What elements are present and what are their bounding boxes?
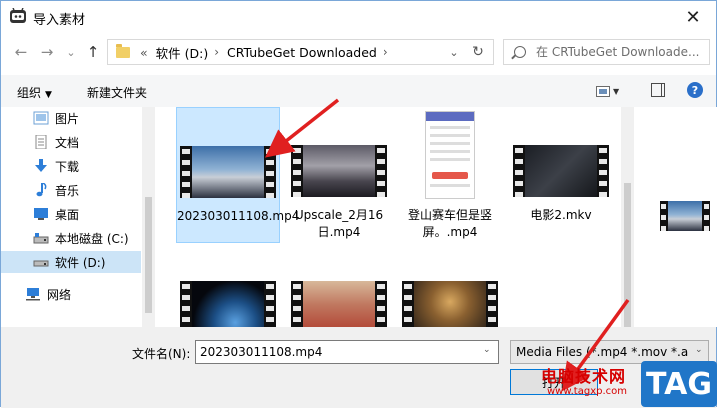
video-thumbnail — [291, 281, 387, 327]
music-icon — [36, 183, 47, 197]
sidebar-item-label: 图片 — [55, 111, 80, 126]
file-list: 202303011108.mp4 Upscale_2月16日.mp4 登山赛车但… — [156, 107, 621, 327]
video-thumbnail — [402, 281, 498, 327]
sidebar-item-desktop[interactable]: 桌面 — [1, 203, 141, 225]
title-bar: 导入素材 ✕ — [1, 1, 716, 33]
window-title: 导入素材 — [33, 13, 86, 28]
file-name: 电影2.mkv — [530, 208, 592, 222]
sidebar-item-downloads[interactable]: 下载 — [1, 155, 141, 177]
navigation-row: ← → ⌄ ↑ « 软件 (D:) › CRTubeGet Downloaded… — [1, 37, 716, 69]
sidebar-item-label: 软件 (D:) — [55, 255, 106, 270]
caret-down-icon: ▼ — [45, 90, 52, 100]
file-item[interactable] — [176, 261, 280, 327]
folder-icon — [116, 43, 130, 58]
file-name: 登山赛车但是竖屏。.mp4 — [407, 208, 492, 239]
watermark-url: www.tagxp.com — [547, 386, 627, 397]
documents-icon — [35, 135, 47, 149]
sidebar-item-label: 本地磁盘 (C:) — [55, 231, 129, 246]
file-item[interactable] — [287, 261, 391, 327]
search-icon — [514, 46, 526, 58]
import-dialog: 导入素材 ✕ ← → ⌄ ↑ « 软件 (D:) › CRTubeGet Dow… — [0, 0, 717, 408]
sidebar-item-local-disk-c[interactable]: 本地磁盘 (C:) — [1, 227, 141, 249]
caret-down-icon: ▼ — [613, 86, 620, 96]
sidebar-item-label: 网络 — [47, 287, 72, 302]
new-folder-button[interactable]: 新建文件夹 — [87, 84, 147, 101]
change-view-button[interactable]: ▼ — [596, 83, 622, 99]
watermark-text: 电脑技术网 — [541, 367, 627, 386]
file-name: 202303011108.mp4 — [177, 209, 300, 223]
file-item[interactable] — [398, 261, 502, 327]
sidebar-item-label: 音乐 — [55, 183, 80, 198]
forward-arrow-icon[interactable]: → — [37, 42, 57, 62]
preview-pane — [634, 107, 717, 327]
navigation-pane: 图片 文档 下载 音乐 桌面 本地磁盘 (C:) 软件 (D:) 网络 — [1, 107, 155, 327]
scrollbar-thumb[interactable] — [624, 183, 631, 327]
downloads-icon — [35, 159, 47, 172]
breadcrumb-overflow[interactable]: « — [140, 45, 148, 60]
sidebar-item-label: 桌面 — [55, 207, 80, 222]
watermark: 电脑技术网 www.tagxp.com TAG — [541, 361, 717, 407]
video-thumbnail — [291, 145, 387, 197]
filename-field[interactable] — [195, 340, 499, 364]
file-item[interactable]: 202303011108.mp4 — [176, 107, 300, 243]
recent-locations-icon[interactable]: ⌄ — [61, 42, 81, 62]
file-item[interactable]: Upscale_2月16日.mp4 — [287, 107, 391, 243]
up-folder-icon[interactable]: ↑ — [83, 42, 103, 62]
video-thumbnail — [180, 281, 276, 327]
sidebar-item-label: 下载 — [55, 159, 80, 174]
preview-pane-icon[interactable] — [651, 83, 665, 97]
scrollbar-thumb[interactable] — [145, 197, 152, 313]
sidebar-item-music[interactable]: 音乐 — [1, 179, 141, 201]
address-bar[interactable]: « 软件 (D:) › CRTubeGet Downloaded › ⌄ ↻ — [107, 39, 494, 65]
close-button[interactable]: ✕ — [670, 1, 716, 33]
filename-label: 文件名(N): — [132, 347, 191, 361]
network-icon — [26, 288, 40, 301]
tag-logo: TAG — [641, 361, 717, 407]
sidebar-item-documents[interactable]: 文档 — [1, 131, 141, 153]
command-bar: 组织 ▼ 新建文件夹 ▼ ? — [1, 75, 716, 107]
organize-label: 组织 — [17, 86, 42, 100]
chevron-down-icon[interactable]: ⌄ — [483, 345, 491, 355]
desktop-icon — [34, 208, 48, 220]
back-arrow-icon[interactable]: ← — [11, 42, 31, 62]
video-thumbnail — [513, 145, 609, 197]
chevron-right-icon[interactable]: › — [383, 45, 388, 59]
pictures-icon — [33, 111, 49, 125]
preview-thumbnail — [660, 201, 710, 231]
video-thumbnail — [180, 146, 276, 198]
drive-d-icon — [33, 260, 49, 267]
search-input[interactable] — [536, 45, 706, 59]
breadcrumb-drive-d[interactable]: 软件 (D:) — [156, 43, 209, 62]
video-thumbnail — [425, 111, 475, 199]
file-list-scrollbar[interactable] — [621, 107, 634, 327]
chevron-right-icon[interactable]: › — [214, 45, 219, 59]
help-icon[interactable]: ? — [687, 82, 703, 98]
breadcrumb-crtubeget-downloaded[interactable]: CRTubeGet Downloaded — [227, 45, 377, 60]
sidebar-item-network[interactable]: 网络 — [1, 283, 141, 305]
sidebar-scrollbar[interactable] — [142, 107, 155, 327]
chevron-down-icon[interactable]: ⌄ — [695, 345, 703, 355]
view-icon — [596, 85, 610, 97]
organize-menu[interactable]: 组织 ▼ — [17, 84, 52, 101]
sidebar-item-pictures[interactable]: 图片 — [1, 107, 141, 129]
search-box[interactable] — [503, 39, 710, 65]
file-item[interactable]: 电影2.mkv — [509, 107, 613, 243]
refresh-icon[interactable]: ↻ — [469, 43, 487, 61]
sidebar-item-label: 文档 — [55, 135, 80, 150]
file-item[interactable]: 登山赛车但是竖屏。.mp4 — [398, 107, 502, 243]
chevron-down-icon[interactable]: ⌄ — [445, 43, 463, 61]
app-icon — [10, 8, 26, 23]
sidebar-item-software-d[interactable]: 软件 (D:) — [1, 251, 141, 273]
drive-c-icon — [33, 233, 49, 244]
file-name: Upscale_2月16日.mp4 — [294, 208, 384, 239]
